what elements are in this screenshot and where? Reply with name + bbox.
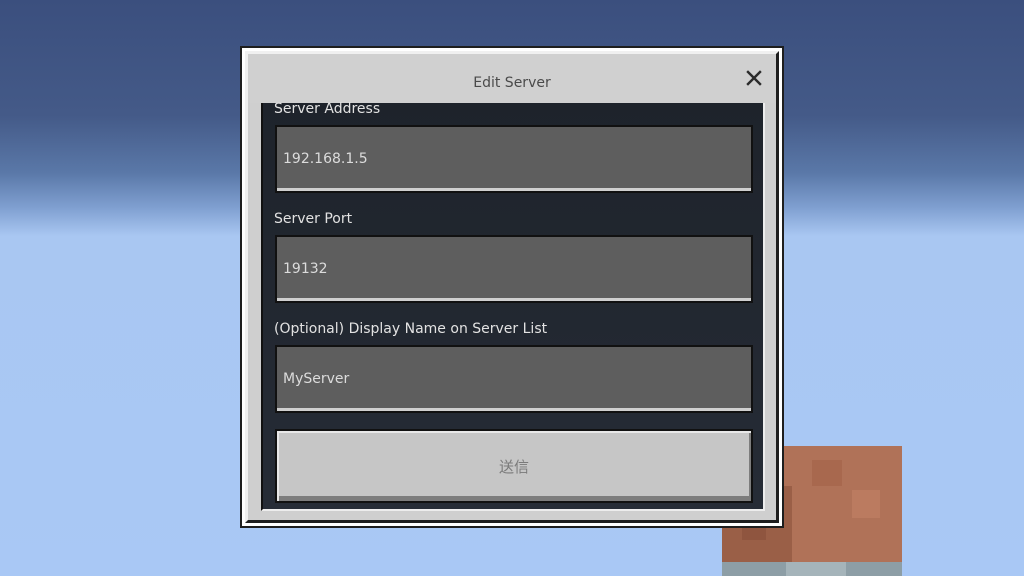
submit-button[interactable]: 送信: [275, 429, 753, 503]
server-address-label: Server Address: [274, 101, 381, 117]
form-panel: Server Address Server Port (Optional) Di…: [261, 101, 765, 511]
dialog-header: Edit Server: [245, 51, 779, 103]
server-address-input[interactable]: [275, 125, 753, 193]
display-name-input[interactable]: [275, 345, 753, 413]
server-port-input[interactable]: [275, 235, 753, 303]
edit-server-dialog: Edit Server Server Address Server Port (…: [242, 48, 782, 526]
server-port-label: Server Port: [274, 211, 353, 227]
game-scene: Edit Server Server Address Server Port (…: [0, 0, 1024, 576]
dialog-title: Edit Server: [473, 75, 551, 91]
submit-button-label: 送信: [498, 457, 529, 476]
close-button[interactable]: [745, 69, 763, 87]
display-name-label: (Optional) Display Name on Server List: [274, 321, 548, 337]
close-icon: [746, 70, 762, 86]
